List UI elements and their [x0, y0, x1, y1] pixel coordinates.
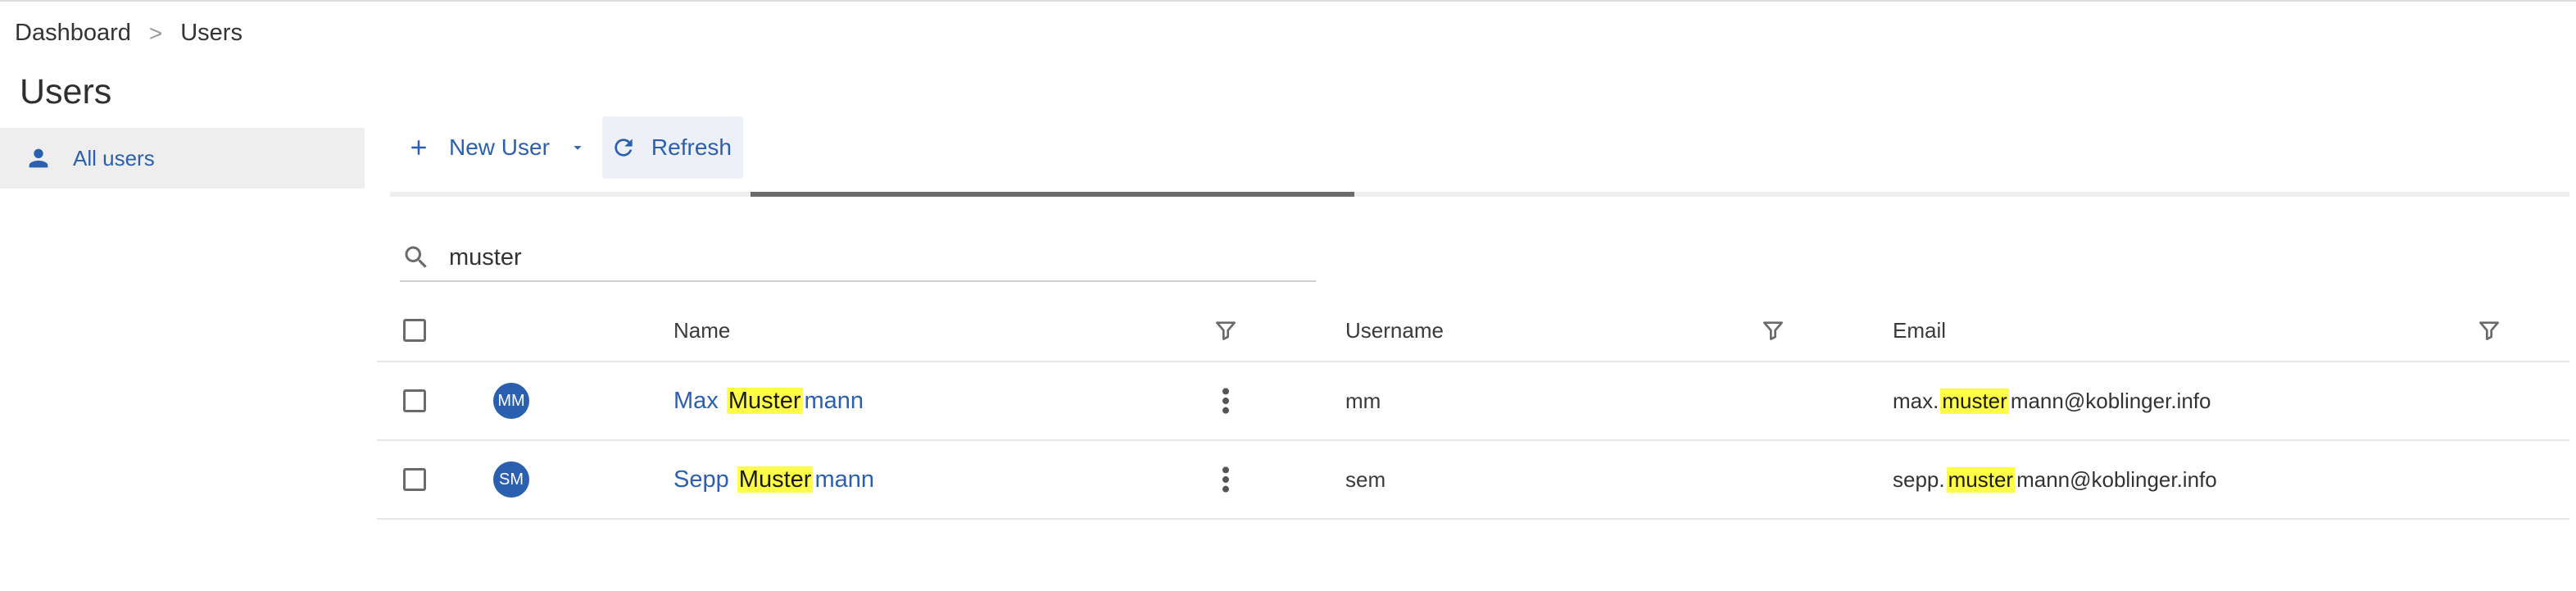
- user-name-link[interactable]: Max Muster mann: [673, 387, 864, 415]
- breadcrumb-dashboard[interactable]: Dashboard: [15, 20, 131, 47]
- top-border: [0, 0, 2576, 2]
- name-prefix: Max: [673, 387, 719, 414]
- avatar: SM: [493, 461, 529, 498]
- email-prefix: sepp.: [1893, 466, 1945, 492]
- row-checkbox[interactable]: [403, 468, 426, 491]
- row-select-cell: [403, 441, 426, 518]
- username-cell: mm: [1345, 388, 1381, 413]
- more-vertical-icon: [1222, 466, 1229, 493]
- table-row: MM Max Muster mann mm max. muster mann@kobl…: [377, 362, 2569, 441]
- column-header-username[interactable]: Username: [1345, 300, 1444, 361]
- filter-icon: [1763, 321, 1783, 340]
- avatar: MM: [493, 383, 529, 419]
- users-table: Name Username Email MM Max Muster mann mm…: [377, 300, 2569, 520]
- email-suffix: mann@koblinger.info: [2016, 466, 2217, 492]
- email-cell: sepp. muster mann@koblinger.info: [1893, 441, 2217, 518]
- search-field: [400, 234, 1316, 282]
- avatar-cell: MM: [493, 362, 529, 439]
- column-header-email[interactable]: Email: [1893, 300, 1946, 361]
- breadcrumb-users[interactable]: Users: [180, 20, 243, 47]
- toolbar: New User Refresh: [390, 116, 743, 179]
- new-user-button[interactable]: New User: [390, 116, 556, 179]
- user-name-cell: Max Muster mann: [673, 362, 864, 439]
- progress-bar: [390, 192, 2569, 197]
- refresh-button[interactable]: Refresh: [601, 116, 743, 179]
- name-filter-button[interactable]: [1213, 300, 1239, 361]
- progress-bar-fill: [750, 192, 1355, 197]
- plus-icon: [411, 140, 426, 155]
- row-select-cell: [403, 362, 426, 439]
- new-user-dropdown-button[interactable]: [565, 139, 591, 157]
- new-user-label: New User: [449, 134, 550, 160]
- email-prefix: max.: [1893, 388, 1939, 413]
- search-input[interactable]: [449, 243, 1186, 271]
- refresh-icon: [615, 139, 633, 157]
- row-menu-button[interactable]: [1219, 362, 1232, 439]
- sidebar-item-label: All users: [73, 145, 155, 170]
- filter-icon: [1216, 321, 1236, 340]
- select-all-cell: [403, 300, 426, 361]
- email-filter-button[interactable]: [2476, 300, 2502, 361]
- more-vertical-icon: [1222, 388, 1229, 414]
- avatar-cell: SM: [493, 441, 529, 518]
- username-cell: sem: [1345, 466, 1386, 492]
- name-prefix: Sepp: [673, 466, 729, 493]
- search-match-highlight: muster: [1940, 388, 2009, 414]
- search-match-highlight: muster: [1946, 466, 2016, 493]
- column-header-name[interactable]: Name: [673, 300, 730, 361]
- username-filter-button[interactable]: [1760, 300, 1786, 361]
- sidebar-item-all-users[interactable]: All users: [0, 128, 365, 189]
- email-cell: max. muster mann@koblinger.info: [1893, 362, 2211, 439]
- breadcrumb: Dashboard > Users: [15, 20, 243, 47]
- row-checkbox[interactable]: [403, 389, 426, 412]
- page-title: Users: [20, 72, 112, 111]
- refresh-label: Refresh: [651, 134, 732, 160]
- search-match-highlight: Muster: [726, 387, 803, 414]
- table-row: SM Sepp Muster mann sem sepp. muster mann@k…: [377, 441, 2569, 520]
- search-match-highlight: Muster: [737, 466, 814, 493]
- select-all-checkbox[interactable]: [403, 319, 426, 342]
- caret-down-icon: [574, 146, 582, 150]
- user-name-link[interactable]: Sepp Muster mann: [673, 466, 874, 493]
- search-icon: [405, 246, 427, 268]
- email-suffix: mann@koblinger.info: [2010, 388, 2211, 413]
- table-header-row: Name Username Email: [377, 300, 2569, 362]
- name-suffix: mann: [804, 387, 864, 414]
- user-name-cell: Sepp Muster mann: [673, 441, 874, 518]
- filter-icon: [2479, 321, 2499, 340]
- name-suffix: mann: [814, 466, 874, 493]
- person-icon: [22, 142, 55, 175]
- row-menu-button[interactable]: [1219, 441, 1232, 518]
- breadcrumb-separator: >: [148, 20, 163, 46]
